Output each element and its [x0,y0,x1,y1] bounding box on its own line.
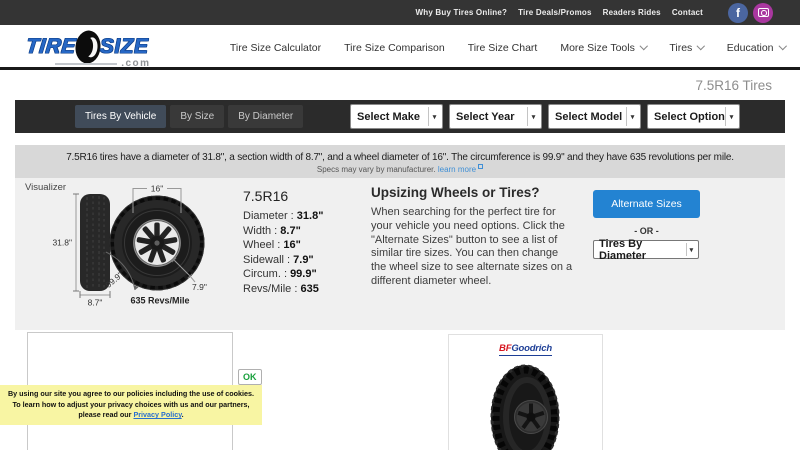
logo-text-tire: TIRE [24,35,78,58]
page-title: 7.5R16 Tires [695,78,772,93]
spec-row-revs: Revs/Mile : 635 [243,282,319,295]
upsizing-body: When searching for the perfect tire for … [371,206,573,287]
tire-summary-text: 7.5R16 tires have a diameter of 31.8", a… [66,152,734,163]
alternate-sizes-button[interactable]: Alternate Sizes [593,190,700,218]
bfgoodrich-logo: BFGoodrich [499,343,552,356]
tab-by-size[interactable]: By Size [170,105,225,128]
nav-more-size-tools[interactable]: More Size Tools [560,41,648,54]
tire-visualizer-image: 31.8" 8.7" 16" 99.9" 7.9" 635 Revs/Mile [52,184,207,308]
facebook-icon[interactable]: f [728,2,748,23]
dropdown-arrow-icon: ▾ [428,107,440,126]
logo-text-com: .com [121,58,151,69]
upsizing-title: Upsizing Wheels or Tires? [371,185,540,200]
spec-row-width: Width : 8.7" [243,224,301,237]
spec-row-circumference: Circum. : 99.9" [243,268,317,280]
search-toolbar: Tires By Vehicle By Size By Diameter Sel… [15,100,785,133]
nav-education[interactable]: Education [727,41,787,54]
topbar-link-contact[interactable]: Contact [672,8,703,17]
upsizing-info: Upsizing Wheels or Tires? When searching… [371,185,576,289]
tab-tires-by-vehicle[interactable]: Tires By Vehicle [75,105,167,128]
main-nav: Tire Size Calculator Tire Size Compariso… [230,25,787,70]
spec-row-diameter: Diameter : 31.8" [243,210,324,222]
cookie-ok-button[interactable]: OK [238,369,262,385]
top-utility-bar: Why Buy Tires Online? Tire Deals/Promos … [0,0,800,25]
tire-specs-list: 7.5R16 Diameter : 31.8" Width : 8.7" Whe… [243,188,323,296]
nav-tire-size-comparison[interactable]: Tire Size Comparison [344,42,445,54]
instagram-icon[interactable] [753,2,773,23]
dim-sidewall-label: 7.9" [192,282,207,292]
chevron-down-icon [778,41,787,50]
vehicle-selects: Select Make ▾ Select Year ▾ Select Model… [350,104,740,129]
logo-tire-icon [75,30,101,64]
topbar-link-deals[interactable]: Tire Deals/Promos [518,8,592,17]
nav-tire-size-calculator[interactable]: Tire Size Calculator [230,42,321,54]
learn-more-link[interactable]: learn more [438,165,476,174]
external-link-icon [478,164,484,169]
topbar-link-readers-rides[interactable]: Readers Rides [603,8,661,17]
select-option[interactable]: Select Option ▾ [647,104,740,129]
page-root: Why Buy Tires Online? Tire Deals/Promos … [0,0,800,450]
main-header: TIRE SIZE .com Tire Size Calculator Tire… [0,25,800,70]
select-make[interactable]: Select Make ▾ [350,104,443,129]
bfgoodrich-ad-card[interactable]: BFGoodrich [448,334,603,450]
tire-size-title: 7.5R16 [243,188,289,204]
search-tabs: Tires By Vehicle By Size By Diameter [75,100,304,133]
spec-row-sidewall: Sidewall : 7.9" [243,253,314,266]
select-year[interactable]: Select Year ▾ [449,104,542,129]
privacy-policy-link[interactable]: Privacy Policy [133,410,181,419]
tab-by-diameter[interactable]: By Diameter [228,105,304,128]
tire-summary-band: 7.5R16 tires have a diameter of 31.8", a… [15,145,785,178]
select-model[interactable]: Select Model ▾ [548,104,641,129]
spec-row-wheel: Wheel : 16" [243,239,301,251]
visualizer-section: Visualizer 31.8" 8.7" 16" 99.9" 7.9" 635… [15,178,785,330]
nav-tires[interactable]: Tires [669,41,705,54]
dropdown-arrow-icon: ▾ [527,107,539,126]
specs-disclaimer: Specs may vary by manufacturer. learn mo… [15,164,785,174]
nav-tire-size-chart[interactable]: Tire Size Chart [468,42,538,54]
title-row: 7.5R16 Tires [0,73,772,99]
chevron-down-icon [697,41,705,50]
bfgoodrich-tire-image [490,364,559,450]
tiresize-logo[interactable]: TIRE SIZE .com [24,30,149,69]
camera-icon [757,8,769,17]
tire-side-view-image [80,194,110,291]
chevron-down-icon [639,41,648,50]
dropdown-arrow-icon: ▾ [685,243,696,256]
dim-diameter-label: 31.8" [52,238,72,248]
logo-text-size: SIZE [99,35,149,58]
dropdown-arrow-icon: ▾ [725,107,737,126]
logo-swoosh [54,63,117,65]
tires-by-diameter-select[interactable]: Tires By Diameter ▾ [593,238,699,262]
cookie-consent-banner: By using our site you agree to our polic… [0,385,262,425]
dropdown-arrow-icon: ▾ [626,107,638,126]
dim-width-label: 8.7" [88,298,103,308]
dim-wheel-label: 16" [151,184,163,194]
topbar-link-why-buy[interactable]: Why Buy Tires Online? [415,8,507,17]
or-separator: - OR - [634,226,659,236]
revs-per-mile-label: 635 Revs/Mile [130,296,189,306]
cookie-text: By using our site you agree to our polic… [7,389,254,419]
